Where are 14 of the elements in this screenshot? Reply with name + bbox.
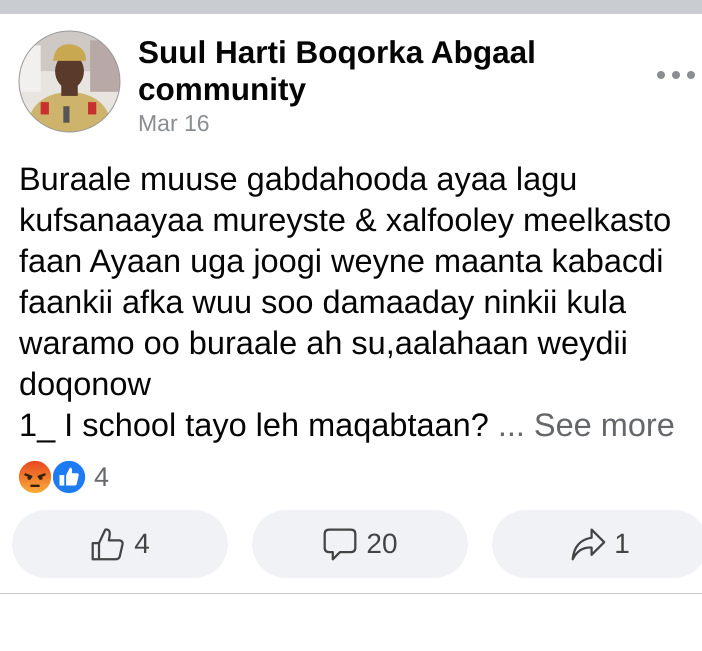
speech-bubble-icon [322,526,358,562]
comment-button[interactable]: 20 [252,510,468,578]
post-text: Buraale muuse gabdahooda ayaa lagu kufsanaayaa mureyste & xalfooley meelkasto faan Ayaan uga joogi weyne maanta kabacdi faankii afka wuu soo damaaday ninkii kula waramo oo buraale ah su,aalahaan weydii doqonow [19,160,672,404]
thumbs-up-icon [90,526,126,562]
more-options-icon[interactable] [656,70,696,80]
share-arrow-icon [570,526,606,562]
post-text-line: 1_ I school tayo leh maqabtaan? [19,407,489,443]
angry-emoji-icon [16,458,54,496]
like-button[interactable]: 4 [12,510,228,578]
reaction-count[interactable]: 4 [94,462,110,492]
author-name[interactable]: Suul Harti Boqorka Abgaal community [138,34,578,108]
see-more-link[interactable]: ... See more [498,407,675,443]
like-emoji-icon [50,458,88,496]
share-button[interactable]: 1 [492,510,702,578]
